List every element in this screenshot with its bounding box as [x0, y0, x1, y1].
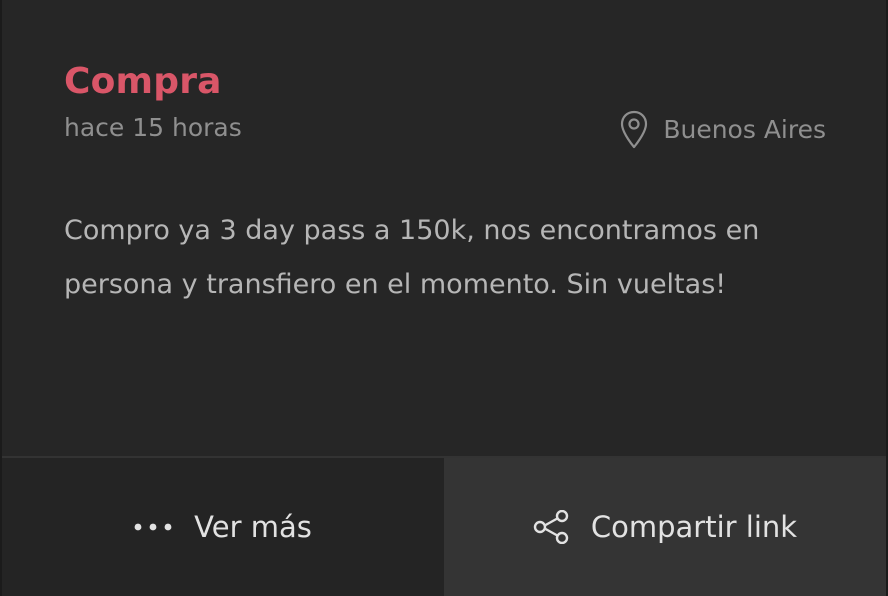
post-card: Compra hace 15 horas Buenos Aires Compro…: [0, 0, 888, 596]
share-link-button[interactable]: Compartir link: [444, 458, 886, 596]
post-location: Buenos Aires: [619, 110, 826, 150]
map-pin-icon: [621, 110, 648, 149]
share-link-label: Compartir link: [590, 510, 798, 544]
location-label: Buenos Aires: [663, 115, 826, 144]
post-actions: Ver más Compartir link: [2, 456, 886, 596]
ellipsis-icon: [134, 523, 172, 531]
see-more-label: Ver más: [194, 510, 312, 544]
see-more-button[interactable]: Ver más: [2, 458, 444, 596]
post-timestamp: hace 15 horas: [64, 113, 242, 142]
post-title: Compra: [64, 61, 222, 102]
share-icon: [533, 510, 569, 544]
post-description: Compro ya 3 day pass a 150k, nos encontr…: [64, 215, 760, 300]
